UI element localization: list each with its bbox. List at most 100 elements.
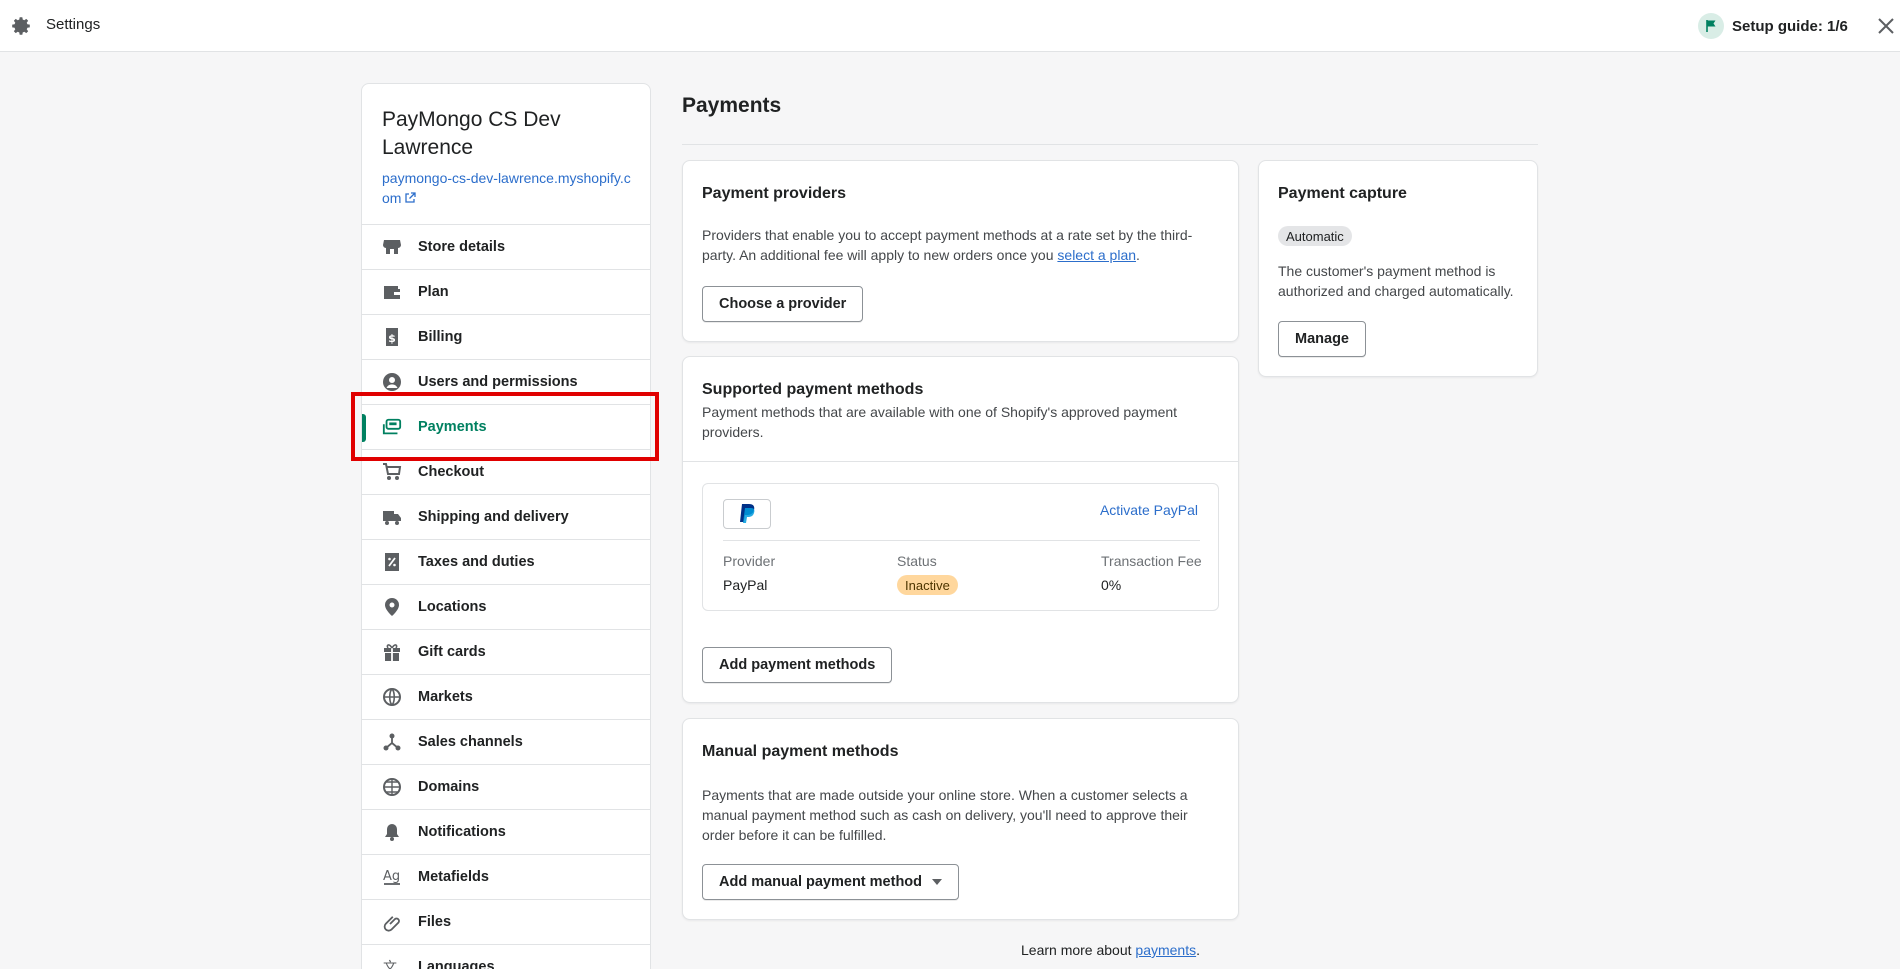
sidebar-item-locations[interactable]: Locations: [362, 585, 650, 630]
caret-down-icon: [932, 879, 943, 885]
payment-capture-card: Payment capture Automatic The customer's…: [1258, 160, 1538, 377]
sidebar-item-billing[interactable]: $ Billing: [362, 315, 650, 360]
sidebar-item-label: Payments: [418, 419, 487, 435]
bell-icon: [382, 822, 402, 842]
metafields-icon: Ag: [382, 867, 402, 887]
manual-methods-title: Manual payment methods: [702, 743, 899, 760]
supported-methods-desc: Payment methods that are available with …: [702, 404, 1178, 440]
add-manual-method-label: Add manual payment method: [719, 874, 923, 890]
sidebar-item-label: Locations: [418, 599, 487, 615]
flag-icon: [1698, 13, 1724, 39]
gift-icon: [382, 642, 402, 662]
sidebar-item-label: Files: [418, 914, 452, 930]
sidebar-item-label: Markets: [418, 689, 473, 705]
svg-text:文: 文: [383, 960, 397, 969]
learn-more-prefix: Learn more about: [1021, 942, 1136, 958]
settings-sidebar: PayMongo CS Dev Lawrence paymongo-cs-dev…: [361, 83, 651, 969]
sidebar-item-store-details[interactable]: Store details: [362, 225, 650, 270]
sidebar-item-notifications[interactable]: Notifications: [362, 810, 650, 855]
channels-icon: [382, 732, 402, 752]
store-header: PayMongo CS Dev Lawrence paymongo-cs-dev…: [362, 84, 650, 225]
gear-icon: [12, 17, 30, 35]
sidebar-item-sales-channels[interactable]: Sales channels: [362, 720, 650, 765]
sidebar-item-label: Metafields: [418, 869, 489, 885]
status-badge: Inactive: [897, 575, 958, 595]
manual-methods-desc: Payments that are made outside your onli…: [702, 787, 1188, 843]
sidebar-item-gift-cards[interactable]: Gift cards: [362, 630, 650, 675]
capture-badge: Automatic: [1278, 226, 1352, 246]
sidebar-item-taxes[interactable]: Taxes and duties: [362, 540, 650, 585]
desc-end: .: [1136, 247, 1140, 263]
sidebar-item-label: Taxes and duties: [418, 554, 535, 570]
sidebar-item-label: Store details: [418, 239, 506, 255]
store-url-link[interactable]: paymongo-cs-dev-lawrence.myshopify.com: [382, 168, 632, 208]
close-icon[interactable]: [1874, 14, 1898, 38]
add-manual-method-button[interactable]: Add manual payment method: [702, 864, 960, 900]
payment-providers-desc: Providers that enable you to accept paym…: [702, 225, 1222, 265]
billing-icon: $: [382, 327, 402, 347]
cart-icon: [382, 462, 402, 482]
sidebar-item-label: Checkout: [418, 464, 485, 480]
user-icon: [382, 372, 402, 392]
external-link-icon: [405, 192, 417, 203]
main-title: Payments: [682, 94, 782, 117]
sidebar-item-payments[interactable]: Payments: [362, 405, 650, 450]
payment-capture-title: Payment capture: [1278, 185, 1407, 202]
sidebar-item-metafields[interactable]: Ag Metafields: [362, 855, 650, 900]
paypal-method-box: Activate PayPal Provider Status Transact…: [702, 483, 1219, 611]
paypal-divider: [723, 540, 1200, 541]
sidebar-item-plan[interactable]: Plan: [362, 270, 650, 315]
sidebar-item-users[interactable]: Users and permissions: [362, 360, 650, 405]
svg-text:$: $: [388, 332, 396, 345]
provider-value: PayPal: [723, 577, 768, 593]
tax-icon: [382, 552, 402, 572]
supported-methods-title: Supported payment methods: [702, 381, 924, 398]
payments-icon: [382, 417, 402, 437]
sidebar-item-label: Languages: [418, 959, 495, 969]
top-bar: Settings Setup guide: 1/6: [0, 0, 1900, 52]
provider-header: Provider: [723, 553, 776, 569]
manual-methods-card: Manual payment methods Payments that are…: [682, 718, 1239, 920]
activate-paypal-link[interactable]: Activate PayPal: [1100, 502, 1198, 518]
status-header: Status: [897, 553, 937, 569]
supported-methods-card: Supported payment methods Payment method…: [682, 356, 1239, 703]
choose-provider-button[interactable]: Choose a provider: [702, 286, 864, 322]
setup-guide-label: Setup guide: 1/6: [1732, 17, 1848, 35]
section-divider: [683, 461, 1238, 462]
sidebar-item-markets[interactable]: Markets: [362, 675, 650, 720]
svg-text:Ag: Ag: [383, 869, 400, 884]
fee-header: Transaction Fee: [1101, 553, 1202, 569]
sidebar-item-languages[interactable]: 文 Languages: [362, 945, 650, 969]
sidebar-item-label: Plan: [418, 284, 449, 300]
store-url-text: paymongo-cs-dev-lawrence.myshopify.com: [382, 170, 631, 206]
sidebar-item-label: Users and permissions: [418, 374, 578, 390]
truck-icon: [382, 507, 402, 527]
learn-more-text: Learn more about payments.: [1021, 942, 1200, 958]
sidebar-item-label: Gift cards: [418, 644, 486, 660]
title-divider: [682, 144, 1538, 145]
store-icon: [382, 237, 402, 257]
page-title: Settings: [46, 16, 101, 33]
globe-icon: [382, 777, 402, 797]
store-name: PayMongo CS Dev Lawrence: [382, 108, 561, 159]
paypal-logo-icon: [723, 499, 771, 529]
sidebar-item-label: Shipping and delivery: [418, 509, 569, 525]
payments-help-link[interactable]: payments: [1135, 942, 1196, 958]
sidebar-item-checkout[interactable]: Checkout: [362, 450, 650, 495]
setup-guide-button[interactable]: Setup guide: 1/6: [1698, 13, 1848, 39]
add-payment-methods-button[interactable]: Add payment methods: [702, 647, 893, 683]
location-icon: [382, 597, 402, 617]
sidebar-item-label: Domains: [418, 779, 480, 795]
language-icon: 文: [382, 957, 402, 969]
fee-value: 0%: [1101, 577, 1122, 593]
manage-button[interactable]: Manage: [1278, 321, 1366, 357]
payment-providers-card: Payment providers Providers that enable …: [682, 160, 1239, 342]
select-plan-link[interactable]: select a plan: [1057, 247, 1136, 263]
paperclip-icon: [382, 912, 402, 932]
sidebar-item-domains[interactable]: Domains: [362, 765, 650, 810]
sidebar-item-label: Notifications: [418, 824, 506, 840]
sidebar-item-shipping[interactable]: Shipping and delivery: [362, 495, 650, 540]
learn-more-suffix: .: [1196, 942, 1200, 958]
sidebar-item-files[interactable]: Files: [362, 900, 650, 945]
sidebar-item-label: Billing: [418, 329, 463, 345]
